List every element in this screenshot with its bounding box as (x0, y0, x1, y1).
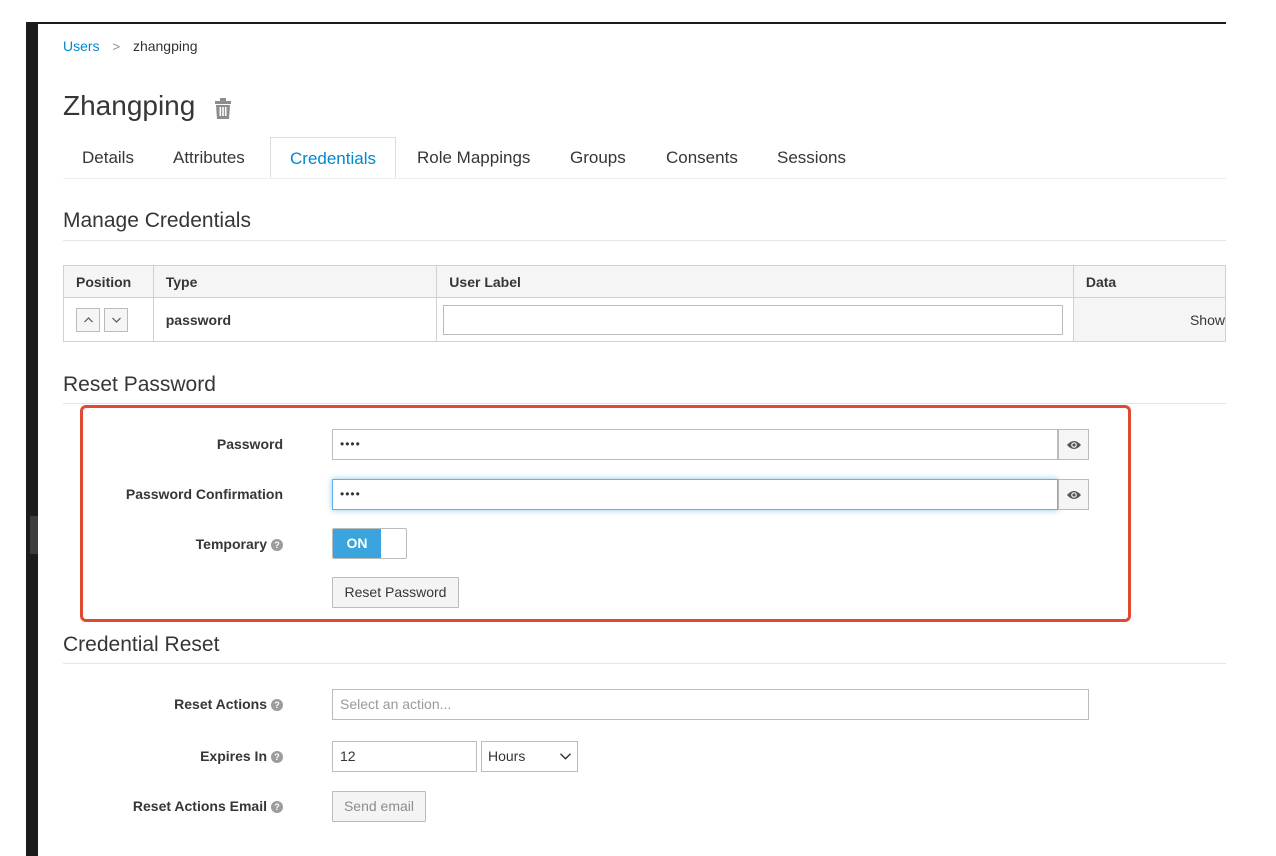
chevron-down-icon (112, 317, 121, 323)
expires-in-label-text: Expires In (200, 748, 267, 764)
page-title: Zhangping (63, 90, 233, 122)
show-data-button[interactable]: Show (1072, 297, 1226, 342)
page-title-text: Zhangping (63, 90, 196, 121)
reset-actions-email-label: Reset Actions Email? (78, 798, 283, 814)
window-left-edge-mark (30, 516, 38, 554)
question-circle-icon: ? (271, 801, 283, 813)
show-confirmation-button[interactable] (1058, 479, 1089, 510)
temporary-label: Temporary? (138, 536, 283, 552)
show-password-button[interactable] (1058, 429, 1089, 460)
password-label: Password (216, 436, 283, 452)
breadcrumb-users-link[interactable]: Users (63, 38, 100, 54)
chevron-up-icon (84, 316, 93, 322)
column-type: Type (152, 265, 438, 298)
password-input[interactable]: •••• (332, 429, 1058, 460)
tabs-bar: Details Attributes Credentials Role Mapp… (63, 137, 1226, 179)
breadcrumb: Users > zhangping (63, 38, 198, 54)
tab-attributes[interactable]: Attributes (154, 137, 264, 178)
temporary-toggle[interactable]: ON (332, 528, 407, 559)
tab-consents[interactable]: Consents (647, 137, 757, 178)
reset-actions-label-text: Reset Actions (174, 696, 267, 712)
column-user-label: User Label (436, 265, 1074, 298)
password-confirmation-label: Password Confirmation (125, 486, 283, 502)
send-email-button[interactable]: Send email (332, 791, 426, 822)
reset-actions-placeholder: Select an action... (340, 696, 452, 712)
main-content: Users > zhangping Zhangping Details Attr… (38, 24, 1226, 856)
user-label-cell (436, 297, 1074, 342)
table-row: password Show (63, 297, 1226, 342)
tab-details[interactable]: Details (63, 137, 153, 178)
reset-actions-label: Reset Actions? (98, 696, 283, 712)
question-circle-icon: ? (271, 751, 283, 763)
tab-role-mappings[interactable]: Role Mappings (398, 137, 549, 178)
reset-actions-select[interactable]: Select an action... (332, 689, 1089, 720)
move-down-button[interactable] (104, 307, 128, 332)
credential-type: password (152, 297, 438, 342)
question-circle-icon: ? (271, 699, 283, 711)
user-label-input[interactable] (443, 304, 1064, 335)
question-circle-icon: ? (271, 539, 283, 551)
column-data: Data (1072, 265, 1226, 298)
credentials-table: Position Type User Label Data password S… (63, 265, 1226, 342)
eye-icon (1067, 491, 1081, 499)
credential-reset-divider (63, 663, 1226, 664)
reset-password-divider (63, 403, 1226, 404)
toggle-on-label: ON (333, 529, 381, 558)
expires-unit-value: Hours (488, 748, 526, 764)
reset-password-heading: Reset Password (63, 373, 216, 396)
temporary-label-text: Temporary (195, 536, 267, 552)
manage-credentials-heading: Manage Credentials (63, 209, 251, 232)
expires-in-input[interactable]: 12 (332, 741, 477, 772)
window-left-edge (26, 22, 38, 856)
chevron-down-icon (560, 753, 571, 760)
column-position: Position (63, 265, 154, 298)
expires-in-label: Expires In? (98, 748, 283, 764)
password-confirmation-input[interactable]: •••• (332, 479, 1058, 510)
tab-groups[interactable]: Groups (551, 137, 645, 178)
position-cell (63, 297, 154, 342)
manage-credentials-divider (63, 240, 1226, 241)
credentials-table-header: Position Type User Label Data (63, 265, 1226, 298)
reset-actions-email-label-text: Reset Actions Email (132, 798, 267, 814)
tab-credentials[interactable]: Credentials (270, 137, 396, 178)
tab-sessions[interactable]: Sessions (758, 137, 865, 178)
reset-password-button[interactable]: Reset Password (332, 577, 459, 608)
eye-icon (1067, 441, 1081, 449)
credential-reset-heading: Credential Reset (63, 633, 220, 656)
breadcrumb-current: zhangping (132, 38, 198, 54)
trash-icon[interactable] (213, 95, 233, 119)
breadcrumb-separator: > (112, 39, 121, 54)
move-up-button[interactable] (76, 307, 100, 332)
expires-unit-select[interactable]: Hours (481, 741, 578, 772)
